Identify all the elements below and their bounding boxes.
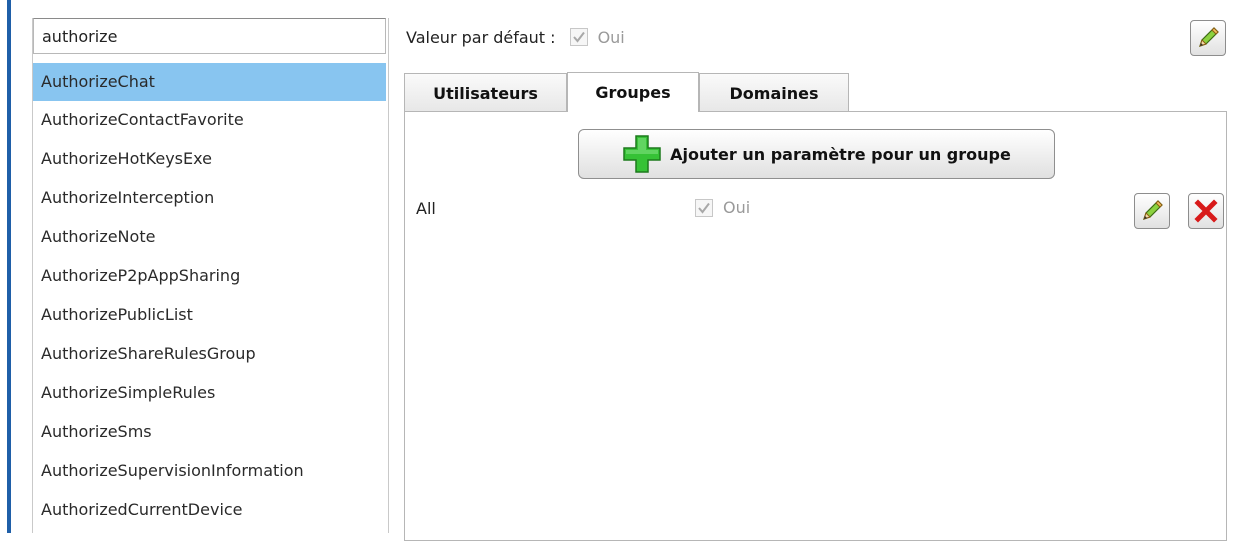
plus-icon xyxy=(623,135,661,173)
list-item[interactable]: AuthorizedCurrentDevice xyxy=(33,491,386,530)
left-edge-bar xyxy=(7,0,11,533)
default-value-checkbox[interactable] xyxy=(569,28,588,46)
list-item[interactable]: AuthorizeContactFavorite xyxy=(33,101,386,140)
group-value-text: Oui xyxy=(723,198,751,217)
add-button-label: Ajouter un paramètre pour un groupe xyxy=(670,144,1011,164)
group-name: All xyxy=(416,199,436,218)
delete-row-button[interactable] xyxy=(1188,193,1224,229)
pencil-icon xyxy=(1143,200,1163,220)
delete-x-icon xyxy=(1194,199,1218,223)
default-value-row: Valeur par défaut : Oui xyxy=(406,22,625,52)
tab-utilisateurs[interactable]: Utilisateurs xyxy=(404,73,567,112)
group-value-checkbox[interactable] xyxy=(695,198,713,217)
edit-row-button[interactable] xyxy=(1134,193,1170,229)
edit-default-button[interactable] xyxy=(1190,20,1226,56)
list-item[interactable]: AuthorizeSms xyxy=(33,413,386,452)
list-item[interactable]: AuthorizeNote xyxy=(33,218,386,257)
checkmark-icon xyxy=(572,31,585,43)
pencil-icon xyxy=(1199,27,1219,47)
list-item[interactable]: AuthorizeShareRulesGroup xyxy=(33,335,386,374)
checkmark-icon xyxy=(698,202,710,214)
search-input[interactable] xyxy=(33,18,386,54)
list-item[interactable]: AuthorizeSimpleRules xyxy=(33,374,386,413)
add-group-parameter-button[interactable]: Ajouter un paramètre pour un groupe xyxy=(578,129,1055,179)
default-value-text: Oui xyxy=(597,27,625,47)
list-item[interactable]: AuthorizePublicList xyxy=(33,296,386,335)
list-item[interactable]: AuthorizeSupervisionInformation xyxy=(33,452,386,491)
list-item[interactable]: AuthorizeChat xyxy=(33,63,386,101)
tab-domaines[interactable]: Domaines xyxy=(699,73,849,112)
group-value: Oui xyxy=(695,198,750,217)
parameter-list: AuthorizeChat AuthorizeContactFavorite A… xyxy=(33,63,386,530)
list-item[interactable]: AuthorizeP2pAppSharing xyxy=(33,257,386,296)
list-item[interactable]: AuthorizeInterception xyxy=(33,179,386,218)
list-item[interactable]: AuthorizeHotKeysExe xyxy=(33,140,386,179)
tab-groupes[interactable]: Groupes xyxy=(567,72,699,112)
default-value-label: Valeur par défaut : xyxy=(406,27,556,47)
parameter-list-panel: AuthorizeChat AuthorizeContactFavorite A… xyxy=(32,18,389,533)
